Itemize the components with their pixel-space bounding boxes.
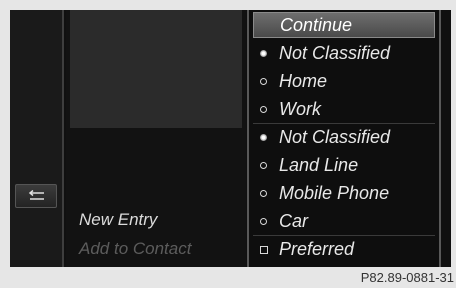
checkbox-icon — [259, 245, 268, 254]
left-divider — [62, 10, 64, 267]
middle-panel: New Entry Add to Contact — [66, 10, 246, 267]
menu-item-preferred[interactable]: Preferred — [253, 236, 435, 264]
category-menu: Continue Not Classified Home Work Not Cl… — [247, 10, 441, 267]
menu-item-label: Home — [279, 71, 328, 91]
menu-item-label: Car — [279, 211, 309, 231]
selected-dot-icon — [259, 49, 268, 58]
radio-ring-icon — [259, 189, 268, 198]
footer-bar: P82.89-0881-31 — [0, 267, 456, 288]
menu-item-land-line[interactable]: Land Line — [253, 152, 435, 180]
left-edge-panel — [10, 10, 62, 267]
menu-item-label: Preferred — [279, 239, 355, 259]
continue-button[interactable]: Continue — [253, 12, 435, 38]
preview-area — [70, 10, 242, 128]
radio-ring-icon — [259, 217, 268, 226]
display-screen: New Entry Add to Contact Continue Not Cl… — [10, 10, 451, 267]
radio-ring-icon — [259, 161, 268, 170]
back-arrow-icon — [28, 190, 44, 200]
radio-ring-icon — [259, 77, 268, 86]
figure-code: P82.89-0881-31 — [360, 270, 454, 285]
menu-item-label: Mobile Phone — [279, 183, 390, 203]
menu-item-home[interactable]: Home — [253, 68, 435, 96]
back-button[interactable] — [15, 184, 57, 208]
add-to-contact-option: Add to Contact — [79, 239, 192, 258]
new-entry-option[interactable]: New Entry — [79, 210, 157, 230]
menu-item-not-classified[interactable]: Not Classified — [253, 40, 435, 68]
menu-item-work[interactable]: Work — [253, 96, 435, 124]
selected-dot-icon — [259, 133, 268, 142]
menu-item-label: Not Classified — [279, 127, 391, 147]
menu-item-label: Land Line — [279, 155, 359, 175]
menu-item-label: Work — [279, 99, 321, 119]
menu-item-car[interactable]: Car — [253, 208, 435, 236]
menu-item-not-classified-phone[interactable]: Not Classified — [253, 124, 435, 152]
continue-label: Continue — [280, 15, 353, 35]
menu-item-mobile-phone[interactable]: Mobile Phone — [253, 180, 435, 208]
radio-ring-icon — [259, 105, 268, 114]
menu-item-label: Not Classified — [279, 43, 391, 63]
